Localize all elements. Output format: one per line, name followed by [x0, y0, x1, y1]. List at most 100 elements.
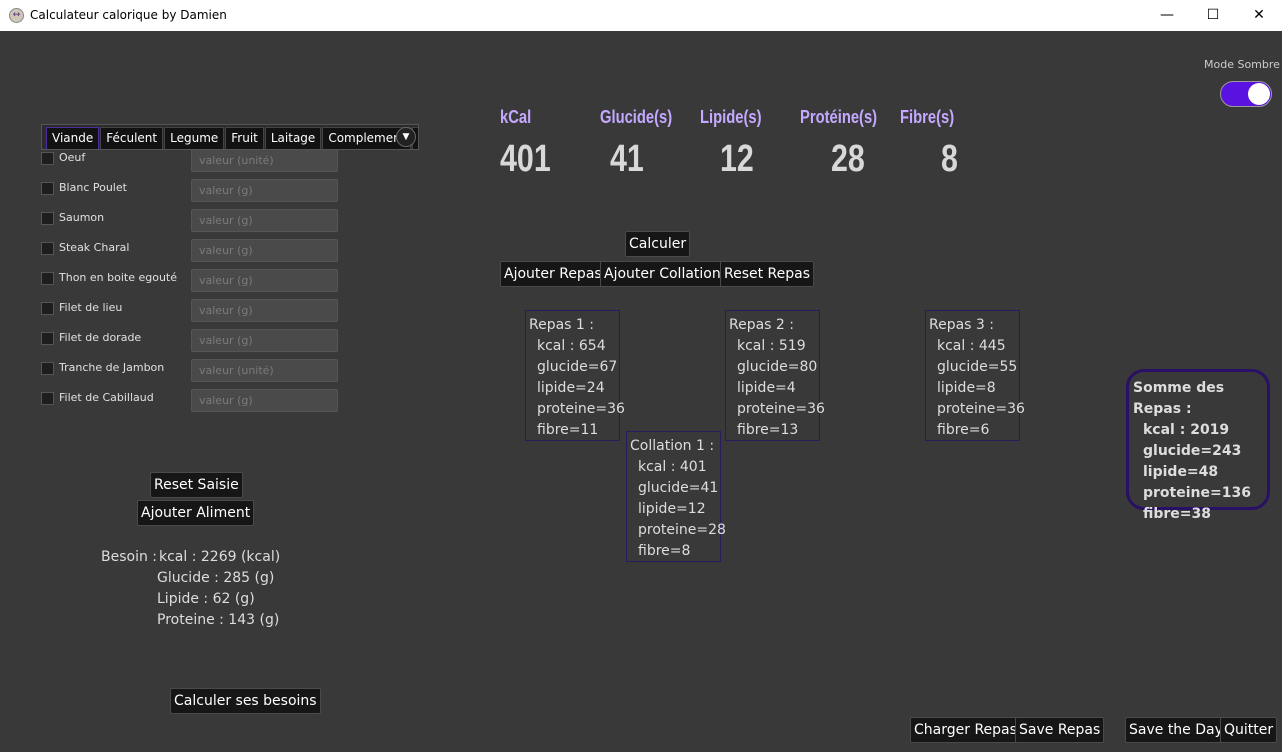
food-checkbox[interactable]: [41, 332, 54, 345]
food-checkbox[interactable]: [41, 242, 54, 255]
meal-line: lipide=8: [937, 380, 996, 396]
tab-viande[interactable]: Viande: [46, 127, 100, 149]
food-quantity-input[interactable]: valeur (g): [191, 239, 338, 262]
macro-value-lipide: 12: [720, 138, 754, 180]
food-label: Tranche de Jambon: [59, 361, 165, 374]
category-tabs: Viande Féculent Legume Fruit Laitage Com…: [41, 124, 419, 150]
meal-line: kcal : 445: [937, 338, 1006, 354]
macro-label-fibre: Fibre(s): [900, 107, 955, 127]
sum-fibre: fibre=38: [1143, 506, 1212, 522]
meal-line: fibre=8: [638, 543, 691, 559]
ajouter-collation-button[interactable]: Ajouter Collation: [600, 261, 725, 287]
food-checkbox[interactable]: [41, 272, 54, 285]
food-label: Oeuf: [59, 151, 86, 164]
dark-mode-toggle[interactable]: [1220, 81, 1272, 107]
meal-title: Repas 3 :: [929, 317, 994, 333]
besoin-proteine: Proteine : 143 (g): [157, 612, 280, 628]
title-bar: ↔ Calculateur calorique by Damien — ☐ ✕: [0, 0, 1282, 31]
food-label: Filet de Cabillaud: [59, 391, 154, 404]
macro-label-proteine: Protéine(s): [800, 107, 878, 127]
meal-line: lipide=4: [737, 380, 796, 396]
meals-sum-box: Somme des Repas : kcal : 2019 glucide=24…: [1126, 369, 1270, 522]
ajouter-repas-button[interactable]: Ajouter Repas: [500, 261, 606, 287]
close-button[interactable]: ✕: [1236, 0, 1282, 31]
macro-value-proteine: 28: [831, 138, 865, 180]
tab-legume[interactable]: Legume: [164, 127, 225, 149]
food-checkbox[interactable]: [41, 392, 54, 405]
minimize-button[interactable]: —: [1144, 0, 1190, 31]
meal-line: proteine=36: [937, 401, 1025, 417]
food-checkbox[interactable]: [41, 212, 54, 225]
meal-box: Repas 3 : kcal : 445 glucide=55 lipide=8 pr…: [925, 310, 1025, 441]
food-quantity-input[interactable]: valeur (g): [191, 209, 338, 232]
meal-line: lipide=24: [537, 380, 605, 396]
meal-line: proteine=36: [537, 401, 625, 417]
reset-saisie-button[interactable]: Reset Saisie: [150, 472, 243, 498]
meal-line: lipide=12: [638, 501, 706, 517]
meal-line: fibre=11: [537, 422, 599, 438]
food-quantity-input[interactable]: valeur (g): [191, 179, 338, 202]
meal-line: glucide=41: [638, 480, 719, 496]
meal-box: Repas 1 : kcal : 654 glucide=67 lipide=24 p…: [525, 310, 625, 441]
macro-label-kcal: kCal: [500, 107, 532, 127]
macro-label-glucide: Glucide(s): [600, 107, 673, 127]
food-label: Filet de lieu: [59, 301, 123, 314]
food-quantity-input[interactable]: valeur (g): [191, 389, 338, 412]
ajouter-aliment-button[interactable]: Ajouter Aliment: [137, 500, 255, 526]
app-icon: ↔: [9, 8, 24, 23]
calculer-button[interactable]: Calculer: [625, 231, 691, 257]
food-quantity-input[interactable]: valeur (g): [191, 299, 338, 322]
save-repas-button[interactable]: Save Repas: [1015, 717, 1105, 743]
meal-line: proteine=36: [737, 401, 825, 417]
food-quantity-input[interactable]: valeur (unité): [191, 359, 338, 382]
meal-line: proteine=28: [638, 522, 726, 538]
food-label: Blanc Poulet: [59, 181, 127, 194]
reset-repas-button[interactable]: Reset Repas: [720, 261, 815, 287]
save-day-button[interactable]: Save the Day: [1125, 717, 1227, 743]
quitter-button[interactable]: Quitter: [1220, 717, 1278, 743]
food-checkbox[interactable]: [41, 362, 54, 375]
tab-fruit[interactable]: Fruit: [225, 127, 264, 149]
besoin-kcal: kcal : 2269 (kcal): [159, 549, 281, 565]
food-checkbox[interactable]: [41, 302, 54, 315]
meal-title: Repas 2 :: [729, 317, 794, 333]
meal-line: fibre=13: [737, 422, 799, 438]
meal-line: glucide=55: [937, 359, 1018, 375]
sum-glucide: glucide=243: [1143, 443, 1242, 459]
meal-line: kcal : 519: [737, 338, 806, 354]
calculer-besoins-button[interactable]: Calculer ses besoins: [170, 688, 321, 714]
food-checkbox[interactable]: [41, 152, 54, 165]
tab-laitage[interactable]: Laitage: [264, 127, 322, 149]
meal-title: Collation 1 :: [630, 438, 715, 454]
meal-box: Collation 1 : kcal : 401 glucide=41 lipide…: [626, 431, 726, 562]
sum-kcal: kcal : 2019: [1143, 422, 1230, 438]
tab-overflow-chevron-down-icon[interactable]: ▼: [396, 127, 416, 147]
food-quantity-input[interactable]: valeur (g): [191, 269, 338, 292]
toggle-knob: [1248, 83, 1270, 105]
food-label: Thon en boite egouté: [59, 271, 178, 284]
sum-proteine: proteine=136: [1143, 485, 1251, 501]
besoin-lipide: Lipide : 62 (g): [157, 591, 255, 607]
dark-mode-label: Mode Sombre: [1204, 58, 1280, 71]
besoin-label: Besoin :: [101, 549, 158, 565]
food-label: Filet de dorade: [59, 331, 142, 344]
tab-feculent[interactable]: Féculent: [100, 127, 164, 149]
charger-repas-button[interactable]: Charger Repas: [910, 717, 1021, 743]
sum-lipide: lipide=48: [1143, 464, 1219, 480]
besoin-glucide: Glucide : 285 (g): [157, 570, 275, 586]
macro-label-lipide: Lipide(s): [700, 107, 762, 127]
meal-line: glucide=67: [537, 359, 618, 375]
macro-value-glucide: 41: [610, 138, 644, 180]
window-title: Calculateur calorique by Damien: [30, 8, 227, 22]
meal-box: Repas 2 : kcal : 519 glucide=80 lipide=4 pr…: [725, 310, 825, 441]
food-quantity-input[interactable]: valeur (unité): [191, 149, 338, 172]
macro-value-kcal: 401: [500, 138, 551, 180]
meal-line: kcal : 654: [537, 338, 606, 354]
food-checkbox[interactable]: [41, 182, 54, 195]
meal-line: glucide=80: [737, 359, 818, 375]
meal-title: Repas 1 :: [529, 317, 594, 333]
macro-value-fibre: 8: [941, 138, 958, 180]
food-quantity-input[interactable]: valeur (g): [191, 329, 338, 352]
maximize-button[interactable]: ☐: [1190, 0, 1236, 31]
sum-title: Somme des Repas :: [1133, 380, 1225, 417]
